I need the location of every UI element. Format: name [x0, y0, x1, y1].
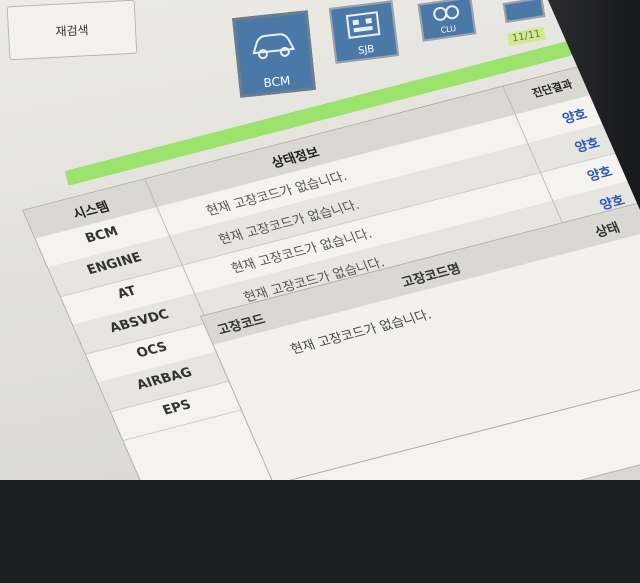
- module-clu-button[interactable]: CLU: [417, 0, 477, 42]
- module-bcm-button[interactable]: BCM: [232, 10, 316, 98]
- module-more-button[interactable]: [502, 0, 546, 24]
- module-bcm-label: BCM: [262, 73, 291, 91]
- gauge-icon: [433, 5, 460, 21]
- header-result: 진단결과: [530, 77, 575, 100]
- header-fault-name: 고장코드명: [399, 261, 464, 291]
- car-icon: [252, 33, 296, 60]
- module-sjb-button[interactable]: SJB: [328, 0, 400, 64]
- module-clu-label: CLU: [440, 23, 457, 35]
- diagnostic-screen: 재검색 BCM SJB CLU 11/11 시스템 상태정보 진단결과 BCM …: [0, 0, 640, 480]
- rescan-label: 재검색: [55, 22, 89, 39]
- header-fault-status: 상태: [593, 220, 623, 241]
- module-sjb-label: SJB: [357, 43, 375, 57]
- fuse-box-icon: [345, 11, 381, 39]
- header-fault-code: 고장코드: [215, 312, 268, 339]
- module-counter: 11/11: [507, 26, 546, 47]
- rescan-button[interactable]: 재검색: [6, 0, 138, 61]
